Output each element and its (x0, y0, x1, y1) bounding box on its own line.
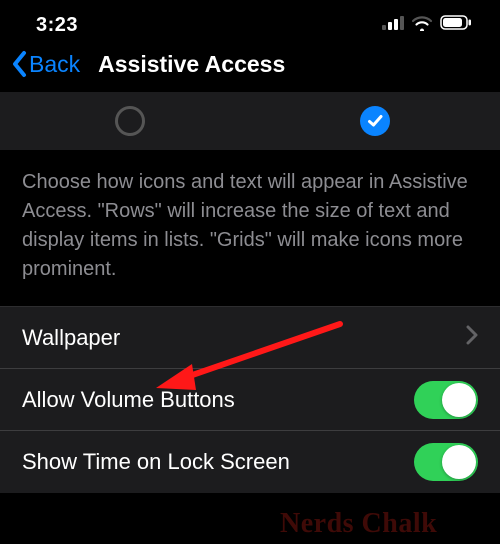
checkmark-icon (366, 112, 384, 130)
status-icons (382, 15, 472, 36)
layout-options (0, 92, 500, 150)
status-time: 3:23 (36, 14, 78, 37)
row-allow-volume-buttons: Allow Volume Buttons (0, 369, 500, 431)
row-label: Show Time on Lock Screen (22, 449, 290, 475)
radio-unselected-icon (115, 106, 145, 136)
toggle-show-time-lock-screen[interactable] (414, 443, 478, 481)
status-bar: 3:23 (0, 0, 500, 44)
radio-selected-icon (360, 106, 390, 136)
row-show-time-lock-screen: Show Time on Lock Screen (0, 431, 500, 493)
page-title: Assistive Access (98, 51, 285, 78)
toggle-knob (442, 445, 476, 479)
row-wallpaper[interactable]: Wallpaper (0, 307, 500, 369)
row-label: Allow Volume Buttons (22, 387, 235, 413)
battery-icon (440, 15, 472, 35)
watermark: Nerds Chalk (280, 508, 437, 540)
toggle-allow-volume-buttons[interactable] (414, 381, 478, 419)
back-label: Back (29, 51, 80, 78)
layout-description: Choose how icons and text will appear in… (0, 150, 500, 306)
back-button[interactable]: Back (10, 50, 80, 78)
cellular-icon (382, 16, 404, 35)
nav-header: Back Assistive Access (0, 44, 500, 92)
row-label: Wallpaper (22, 325, 120, 351)
chevron-right-icon (466, 325, 478, 350)
toggle-knob (442, 383, 476, 417)
chevron-left-icon (10, 50, 28, 78)
option-grids[interactable] (250, 106, 500, 136)
settings-list: Wallpaper Allow Volume Buttons Show Time… (0, 306, 500, 493)
settings-screen: 3:23 Back Assistive Access (0, 0, 500, 544)
option-rows[interactable] (0, 106, 250, 136)
wifi-icon (411, 15, 433, 36)
